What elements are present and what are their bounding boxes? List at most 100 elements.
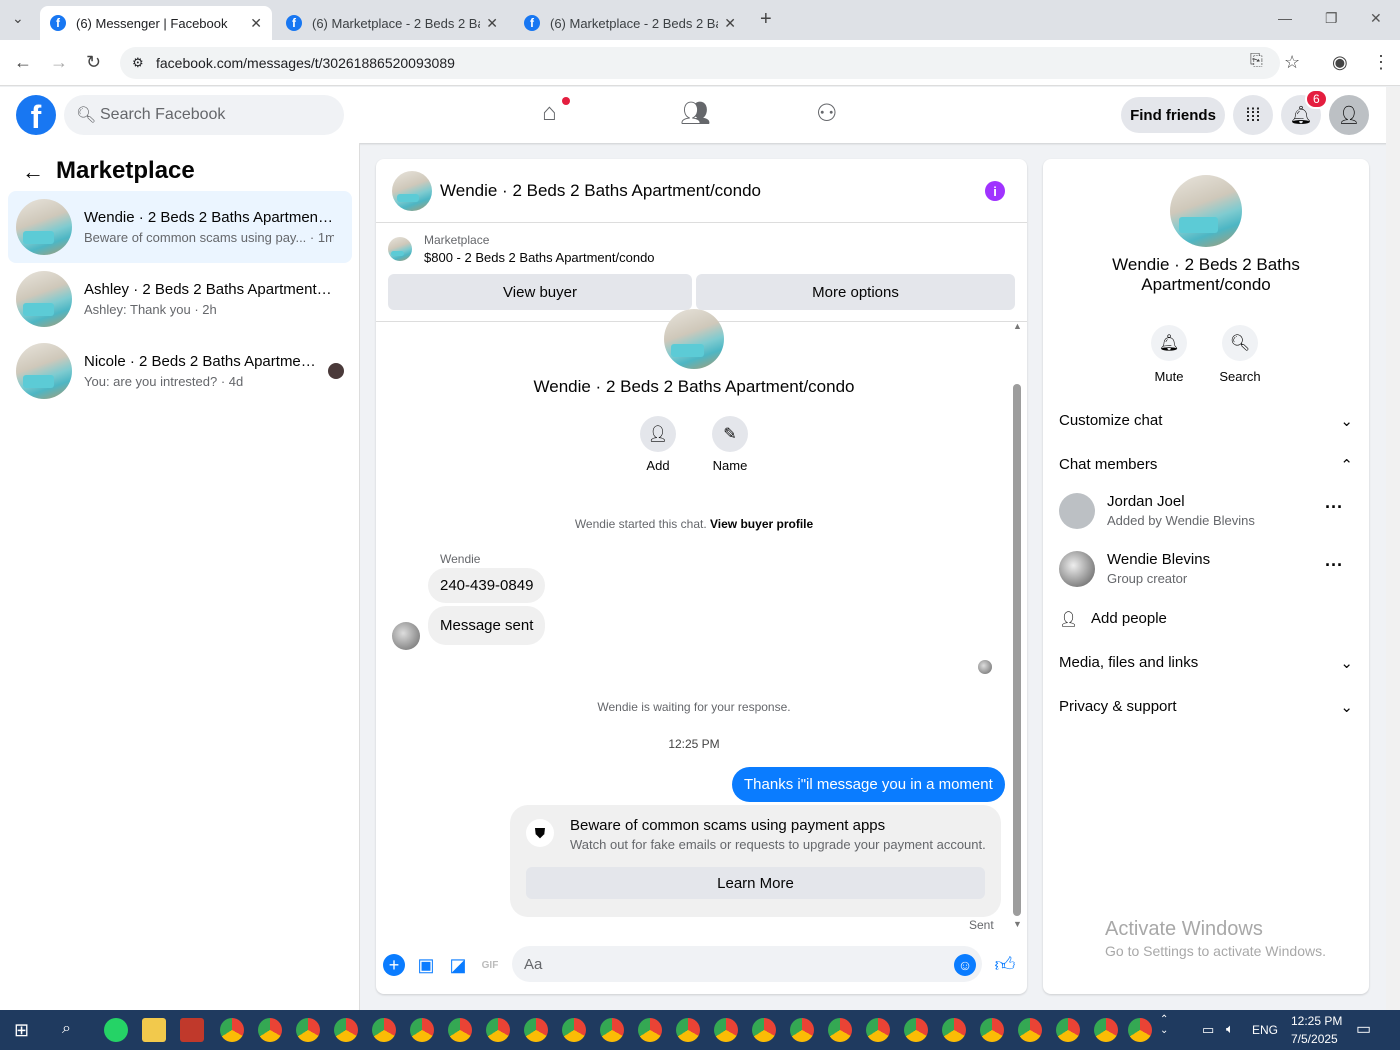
more-icon[interactable]: ··· bbox=[1325, 497, 1343, 518]
listing-summary[interactable]: Marketplace $800 - 2 Beds 2 Baths Apartm… bbox=[388, 233, 655, 265]
minimize-window-icon[interactable]: — bbox=[1278, 10, 1292, 26]
chrome-icon[interactable] bbox=[942, 1018, 966, 1042]
name-chat-button[interactable]: ✎ Name bbox=[700, 416, 760, 473]
view-buyer-button[interactable]: View buyer bbox=[388, 274, 692, 310]
chrome-icon[interactable] bbox=[1056, 1018, 1080, 1042]
media-files-section[interactable]: Media, files and links ⌄ bbox=[1059, 654, 1353, 672]
app-icon[interactable] bbox=[180, 1018, 204, 1042]
chrome-icon[interactable] bbox=[486, 1018, 510, 1042]
menu-grid-button[interactable]: ⁞⁞⁞ bbox=[1233, 95, 1273, 135]
clock-time[interactable]: 12:25 PM bbox=[1291, 1014, 1342, 1028]
close-tab-icon[interactable]: ✕ bbox=[724, 15, 736, 32]
chrome-icon[interactable] bbox=[220, 1018, 244, 1042]
browser-tab-messenger[interactable]: f (6) Messenger | Facebook ✕ bbox=[40, 6, 272, 40]
find-friends-button[interactable]: Find friends bbox=[1121, 97, 1225, 133]
close-window-icon[interactable]: ✕ bbox=[1370, 10, 1382, 27]
chrome-icon[interactable] bbox=[448, 1018, 472, 1042]
whatsapp-icon[interactable] bbox=[104, 1018, 128, 1042]
bookmark-star-icon[interactable]: ☆ bbox=[1284, 52, 1300, 73]
chrome-icon[interactable] bbox=[638, 1018, 662, 1042]
incoming-message[interactable]: Message sent bbox=[428, 606, 546, 645]
close-tab-icon[interactable]: ✕ bbox=[486, 15, 498, 32]
tray-overflow-icon[interactable]: ⌃ ⌄ bbox=[1160, 1014, 1168, 1036]
notification-center-icon[interactable]: ▭ bbox=[1356, 1019, 1371, 1039]
gif-icon[interactable]: GIF bbox=[479, 954, 501, 976]
groups-icon[interactable]: ⚇ bbox=[816, 99, 838, 128]
chrome-icon[interactable] bbox=[600, 1018, 624, 1042]
start-icon[interactable]: ⊞ bbox=[14, 1020, 29, 1041]
conversation-item[interactable]: Nicole · 2 Beds 2 Baths Apartment/condo … bbox=[8, 335, 352, 407]
member-item[interactable]: Jordan Joel Added by Wendie Blevins ··· bbox=[1059, 489, 1353, 533]
restore-window-icon[interactable]: ❐ bbox=[1325, 10, 1338, 27]
emoji-icon[interactable]: ☺ bbox=[954, 954, 976, 976]
search-facebook-input[interactable]: 🔍︎ Search Facebook bbox=[64, 95, 344, 135]
browser-menu-icon[interactable]: ⋮ bbox=[1372, 52, 1390, 73]
member-item[interactable]: Wendie Blevins Group creator ··· bbox=[1059, 547, 1353, 591]
thumbs-up-icon[interactable]: 👍︎ bbox=[994, 954, 1016, 976]
chrome-icon[interactable] bbox=[372, 1018, 396, 1042]
search-chat-button[interactable]: 🔍︎ Search bbox=[1210, 325, 1270, 384]
photo-icon[interactable]: ▣ bbox=[415, 954, 437, 976]
chat-avatar[interactable] bbox=[392, 170, 432, 211]
new-tab-button[interactable]: + bbox=[760, 8, 772, 31]
chrome-icon[interactable] bbox=[904, 1018, 928, 1042]
network-icon[interactable]: ▭ bbox=[1202, 1022, 1214, 1038]
more-options-button[interactable]: More options bbox=[696, 274, 1015, 310]
info-icon[interactable]: i bbox=[985, 181, 1005, 201]
chat-scrollbar[interactable] bbox=[1013, 384, 1021, 916]
chrome-icon[interactable] bbox=[410, 1018, 434, 1042]
file-explorer-icon[interactable] bbox=[142, 1018, 166, 1042]
reload-icon[interactable]: ↻ bbox=[86, 52, 101, 73]
chrome-icon[interactable] bbox=[752, 1018, 776, 1042]
facebook-logo[interactable]: f bbox=[16, 95, 56, 135]
chrome-icon[interactable] bbox=[714, 1018, 738, 1042]
page-scrollbar[interactable] bbox=[1386, 87, 1400, 1010]
search-icon[interactable]: ⌕ bbox=[62, 1020, 71, 1038]
learn-more-button[interactable]: Learn More bbox=[526, 867, 985, 899]
language-indicator[interactable]: ENG bbox=[1252, 1023, 1278, 1037]
incoming-message[interactable]: 240-439-0849 bbox=[428, 568, 546, 603]
chrome-icon[interactable] bbox=[676, 1018, 700, 1042]
clock-date[interactable]: 7/5/2025 bbox=[1291, 1032, 1338, 1046]
chrome-icon[interactable] bbox=[790, 1018, 814, 1042]
view-buyer-profile-link[interactable]: View buyer profile bbox=[710, 517, 813, 531]
close-tab-icon[interactable]: ✕ bbox=[250, 15, 262, 32]
chrome-icon[interactable] bbox=[1018, 1018, 1042, 1042]
scroll-down-icon[interactable]: ▼ bbox=[1013, 919, 1022, 929]
url-field[interactable]: ⚙ facebook.com/messages/t/30261886520093… bbox=[120, 47, 1280, 79]
privacy-support-section[interactable]: Privacy & support ⌄ bbox=[1059, 698, 1353, 716]
chat-members-section[interactable]: Chat members ⌃ bbox=[1059, 456, 1353, 474]
outgoing-message[interactable]: Thanks i"il message you in a moment bbox=[732, 767, 1005, 802]
friends-icon[interactable]: 👥︎ bbox=[680, 99, 710, 128]
chrome-icon[interactable] bbox=[524, 1018, 548, 1042]
plus-icon[interactable]: + bbox=[383, 954, 405, 976]
home-icon[interactable]: ⌂ bbox=[542, 99, 557, 127]
install-app-icon[interactable]: ⎘ bbox=[1250, 52, 1263, 70]
chat-title[interactable]: Wendie · 2 Beds 2 Baths Apartment/condo bbox=[440, 181, 761, 201]
chrome-icon[interactable] bbox=[980, 1018, 1004, 1042]
chrome-icon[interactable] bbox=[1094, 1018, 1118, 1042]
browser-tab-marketplace-2[interactable]: f (6) Marketplace - 2 Beds 2 Bath ✕ bbox=[514, 6, 746, 40]
site-info-icon[interactable]: ⚙ bbox=[132, 55, 144, 71]
chrome-icon[interactable] bbox=[334, 1018, 358, 1042]
sender-avatar[interactable] bbox=[392, 622, 420, 650]
conversation-item[interactable]: Ashley · 2 Beds 2 Baths Apartment/condo … bbox=[8, 263, 352, 335]
profile-icon[interactable]: ◉ bbox=[1332, 52, 1348, 73]
browser-tab-marketplace-1[interactable]: f (6) Marketplace - 2 Beds 2 Bath ✕ bbox=[276, 6, 508, 40]
chrome-icon[interactable] bbox=[1128, 1018, 1152, 1042]
message-input[interactable]: Aa bbox=[512, 946, 982, 982]
forward-icon[interactable]: → bbox=[50, 52, 68, 73]
back-icon[interactable]: ← bbox=[14, 52, 32, 73]
conversation-item[interactable]: Wendie · 2 Beds 2 Baths Apartment/condo … bbox=[8, 191, 352, 263]
add-people-button[interactable]: 👤︎ Add people bbox=[1059, 610, 1353, 628]
volume-icon[interactable]: 🔈︎ bbox=[1226, 1021, 1234, 1037]
chrome-icon[interactable] bbox=[258, 1018, 282, 1042]
customize-chat-section[interactable]: Customize chat ⌄ bbox=[1059, 412, 1353, 430]
chrome-icon[interactable] bbox=[562, 1018, 586, 1042]
chrome-icon[interactable] bbox=[296, 1018, 320, 1042]
scroll-up-icon[interactable]: ▲ bbox=[1013, 321, 1022, 331]
tab-search-icon[interactable]: ⌄ bbox=[12, 10, 24, 27]
sticker-icon[interactable]: ◪ bbox=[447, 954, 469, 976]
chrome-icon[interactable] bbox=[866, 1018, 890, 1042]
back-arrow-icon[interactable]: ← bbox=[22, 159, 44, 185]
